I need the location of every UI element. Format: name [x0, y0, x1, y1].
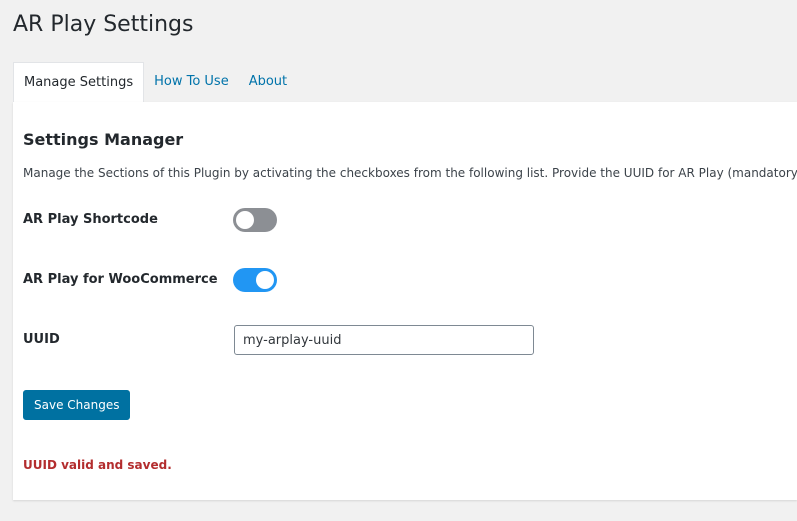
section-title: Settings Manager — [23, 130, 184, 149]
section-description: Manage the Sections of this Plugin by ac… — [23, 166, 797, 180]
tab-manage-settings[interactable]: Manage Settings — [13, 62, 145, 103]
uuid-label: UUID — [23, 332, 60, 347]
toggle-knob — [256, 271, 274, 289]
shortcode-toggle[interactable] — [233, 208, 277, 232]
settings-tabs: Manage Settings How To Use About — [13, 62, 297, 103]
settings-panel: Settings Manager Manage the Sections of … — [13, 102, 797, 500]
save-button[interactable]: Save Changes — [23, 390, 131, 420]
shortcode-label: AR Play Shortcode — [23, 212, 158, 227]
tab-about[interactable]: About — [239, 62, 297, 102]
tab-how-to-use[interactable]: How To Use — [144, 62, 239, 102]
uuid-input[interactable] — [234, 325, 534, 355]
woocommerce-label: AR Play for WooCommerce — [23, 272, 218, 287]
toggle-knob — [236, 211, 254, 229]
woocommerce-toggle[interactable] — [233, 268, 277, 292]
status-message: UUID valid and saved. — [23, 458, 172, 472]
page-title: AR Play Settings — [13, 12, 194, 37]
